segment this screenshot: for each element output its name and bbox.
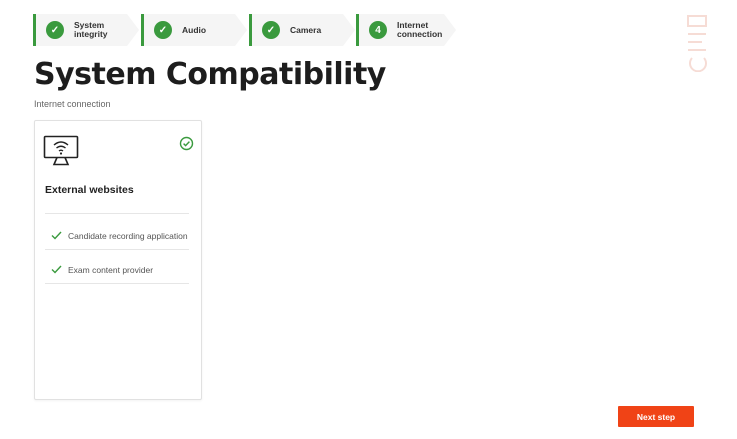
- list-item-label: Candidate recording application: [68, 231, 188, 241]
- check-icon: ✓: [46, 21, 64, 39]
- page-subtitle: Internet connection: [34, 99, 111, 109]
- step-system-integrity: ✓ System integrity: [33, 14, 139, 46]
- list-item: Candidate recording application: [51, 227, 188, 245]
- step-audio: ✓ Audio: [141, 14, 247, 46]
- check-icon: ✓: [262, 21, 280, 39]
- divider: [45, 213, 189, 214]
- step-camera: ✓ Camera: [249, 14, 355, 46]
- check-icon: [51, 227, 62, 245]
- step-label: Internet connection: [397, 20, 443, 39]
- check-circle-icon: [179, 136, 194, 156]
- card-title: External websites: [45, 184, 134, 196]
- list-item-label: Exam content provider: [68, 265, 154, 275]
- wifi-monitor-icon: [43, 135, 79, 172]
- check-icon: ✓: [154, 21, 172, 39]
- check-icon: [51, 261, 62, 279]
- page-title: System Compatibility: [34, 57, 386, 92]
- step-number-badge: 4: [369, 21, 387, 39]
- list-item: Exam content provider: [51, 261, 153, 279]
- next-step-button[interactable]: Next step: [618, 406, 694, 427]
- divider: [45, 283, 189, 284]
- external-websites-card: External websites Candidate recording ap…: [34, 120, 202, 400]
- watermark-logo: [684, 12, 712, 77]
- step-label: Camera: [290, 24, 322, 35]
- step-internet-connection: 4 Internet connection: [356, 14, 456, 46]
- step-label: System integrity: [74, 20, 108, 39]
- step-label: Audio: [182, 24, 207, 35]
- divider: [45, 249, 189, 250]
